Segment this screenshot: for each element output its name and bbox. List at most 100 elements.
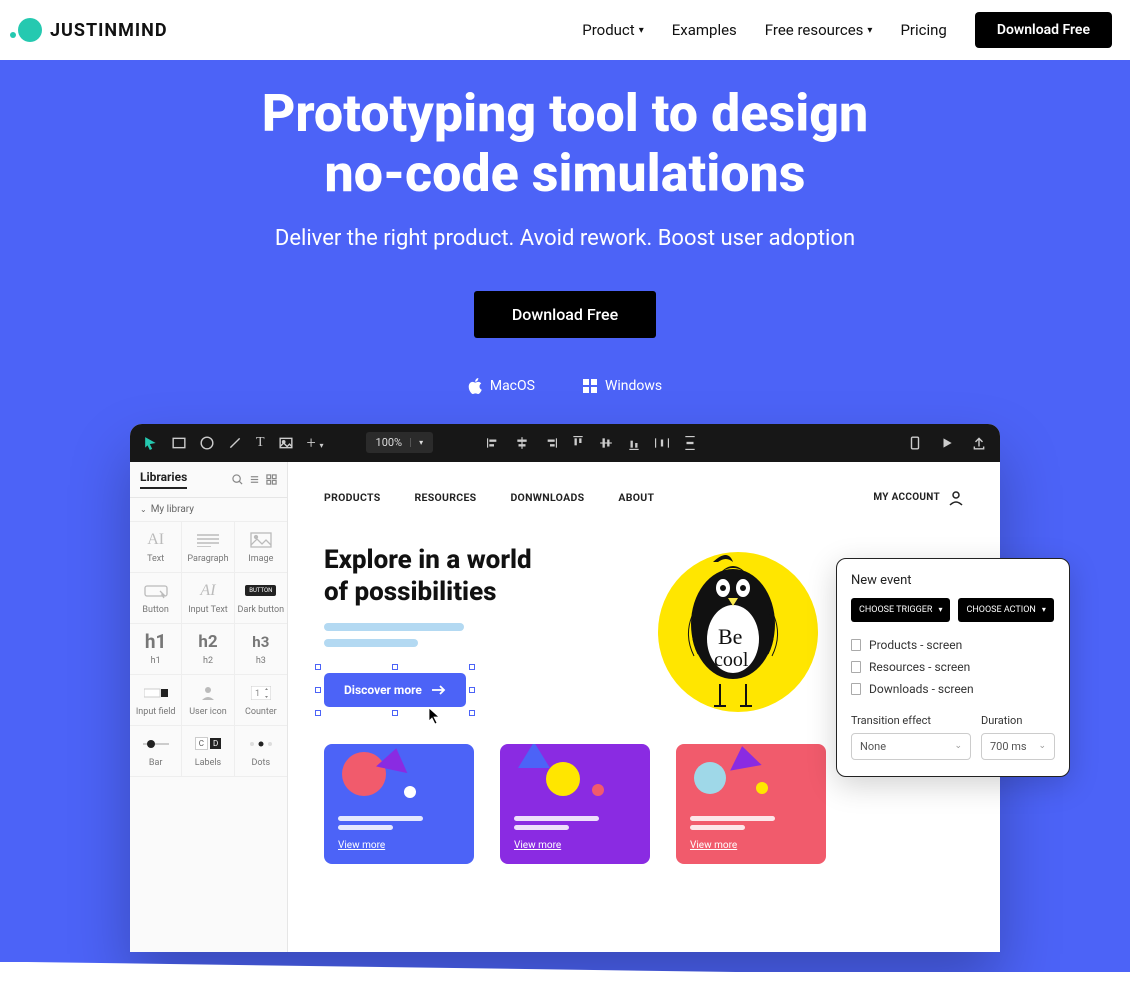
choose-trigger-label: CHOOSE TRIGGER — [859, 605, 932, 615]
search-icon[interactable] — [232, 474, 243, 485]
view-more-link[interactable]: View more — [690, 840, 737, 851]
chevron-down-icon: ▾ — [410, 438, 423, 447]
add-icon[interactable]: + ▾ — [307, 433, 324, 452]
card-blue[interactable]: View more — [324, 744, 474, 864]
lib-h1[interactable]: h1h1 — [130, 624, 182, 675]
lib-dots[interactable]: Dots — [235, 726, 287, 777]
circle-icon[interactable] — [200, 436, 214, 450]
selected-element[interactable]: Discover more — [324, 673, 466, 707]
nav-product[interactable]: Product ▾ — [582, 21, 643, 39]
distribute-v-icon[interactable] — [683, 436, 697, 450]
transition-label: Transition effect — [851, 714, 971, 727]
list-view-icon[interactable] — [249, 474, 260, 485]
align-vcenter-icon[interactable] — [599, 436, 613, 450]
device-icon[interactable] — [908, 436, 922, 450]
transition-select[interactable]: None ⌄ — [851, 733, 971, 760]
dots-icon — [248, 734, 274, 754]
duration-label: Duration — [981, 714, 1055, 727]
align-right-icon[interactable] — [543, 436, 557, 450]
chevron-down-icon: ⌄ — [954, 741, 962, 751]
nav-examples[interactable]: Examples — [672, 21, 737, 39]
triangle-shape — [518, 744, 550, 768]
image-tool-icon[interactable] — [279, 436, 293, 450]
canvas-hero-text: Explore in a world of possibilities Disc… — [324, 544, 624, 707]
platform-macos[interactable]: MacOS — [468, 378, 535, 394]
hero-title: Prototyping tool to design no-code simul… — [30, 84, 1100, 204]
screen-item-resources[interactable]: Resources - screen — [851, 656, 1055, 678]
canvas-nav-downloads[interactable]: DONWNLOADS — [510, 491, 584, 504]
placeholder-line — [690, 825, 745, 830]
play-icon[interactable] — [940, 436, 954, 450]
svg-text:Be: Be — [718, 624, 742, 649]
slider-bar-icon — [143, 734, 169, 754]
distribute-h-icon[interactable] — [655, 436, 669, 450]
lib-paragraph[interactable]: Paragraph — [182, 522, 234, 573]
line-icon[interactable] — [228, 436, 242, 450]
lib-labels[interactable]: CDLabels — [182, 726, 234, 777]
lib-h3[interactable]: h3h3 — [235, 624, 287, 675]
align-hcenter-icon[interactable] — [515, 436, 529, 450]
svg-text:cool: cool — [714, 649, 749, 671]
brand-logo[interactable]: JUSTINMIND — [18, 18, 168, 42]
nav-pricing[interactable]: Pricing — [900, 21, 946, 39]
sidebar-section[interactable]: ⌄My library — [130, 498, 287, 522]
lib-input-field[interactable]: Input field — [130, 675, 182, 726]
pointer-icon[interactable] — [144, 436, 158, 450]
download-button[interactable]: Download Free — [975, 12, 1112, 48]
input-field-icon — [143, 683, 169, 703]
chevron-down-icon: ⌄ — [140, 505, 147, 514]
canvas-nav-account[interactable]: MY ACCOUNT — [873, 490, 964, 506]
image-icon — [248, 530, 274, 550]
lib-counter[interactable]: 1Counter — [235, 675, 287, 726]
choose-trigger-button[interactable]: CHOOSE TRIGGER ▾ — [851, 598, 950, 622]
grid-view-icon[interactable] — [266, 474, 277, 485]
duration-value: 700 ms — [990, 740, 1027, 753]
nav-free-resources[interactable]: Free resources ▾ — [765, 21, 873, 39]
duration-select[interactable]: 700 ms ⌄ — [981, 733, 1055, 760]
view-more-link[interactable]: View more — [514, 840, 561, 851]
share-icon[interactable] — [972, 436, 986, 450]
library-grid: AIText Paragraph Image Button AIInput Te… — [130, 522, 287, 777]
screen-item-downloads[interactable]: Downloads - screen — [851, 678, 1055, 700]
editor-toolbar: T + ▾ 100% ▾ — [130, 424, 1000, 462]
align-tools — [487, 436, 697, 450]
platform-windows[interactable]: Windows — [583, 378, 662, 394]
align-bottom-icon[interactable] — [627, 436, 641, 450]
choose-action-button[interactable]: CHOOSE ACTION ▾ — [958, 598, 1053, 622]
canvas-nav: PRODUCTS RESOURCES DONWNLOADS ABOUT MY A… — [324, 490, 964, 506]
rectangle-icon[interactable] — [172, 436, 186, 450]
nav-free-resources-label: Free resources — [765, 21, 864, 39]
card-purple[interactable]: View more — [500, 744, 650, 864]
nav-product-label: Product — [582, 21, 634, 39]
lib-text[interactable]: AIText — [130, 522, 182, 573]
lib-image[interactable]: Image — [235, 522, 287, 573]
screen-item-products[interactable]: Products - screen — [851, 634, 1055, 656]
lib-button[interactable]: Button — [130, 573, 182, 624]
lib-user-icon[interactable]: User icon — [182, 675, 234, 726]
text-tool-icon[interactable]: T — [256, 435, 265, 451]
align-top-icon[interactable] — [571, 436, 585, 450]
canvas-nav-products[interactable]: PRODUCTS — [324, 491, 381, 504]
screen-list: Products - screen Resources - screen Dow… — [851, 634, 1055, 700]
align-left-icon[interactable] — [487, 436, 501, 450]
triangle-shape — [726, 744, 761, 771]
windows-icon — [583, 379, 597, 393]
canvas-nav-about[interactable]: ABOUT — [618, 491, 654, 504]
card-coral[interactable]: View more — [676, 744, 826, 864]
canvas-nav-resources[interactable]: RESOURCES — [415, 491, 477, 504]
lib-h2[interactable]: h2h2 — [182, 624, 234, 675]
placeholder-line — [324, 639, 418, 647]
hero-download-button[interactable]: Download Free — [474, 291, 656, 338]
dot-shape — [592, 784, 604, 796]
lib-bar[interactable]: Bar — [130, 726, 182, 777]
account-label: MY ACCOUNT — [873, 492, 940, 503]
libraries-sidebar: Libraries ⌄My library AIText Paragraph I… — [130, 462, 288, 952]
chevron-down-icon: ▾ — [1042, 605, 1046, 614]
lib-input-text[interactable]: AIInput Text — [182, 573, 234, 624]
toolbar-right — [908, 436, 986, 450]
lib-dark-button[interactable]: BUTTONDark button — [235, 573, 287, 624]
view-more-link[interactable]: View more — [338, 840, 385, 851]
zoom-control[interactable]: 100% ▾ — [366, 432, 434, 453]
user-icon — [948, 490, 964, 506]
hero-subtitle: Deliver the right product. Avoid rework.… — [30, 226, 1100, 251]
